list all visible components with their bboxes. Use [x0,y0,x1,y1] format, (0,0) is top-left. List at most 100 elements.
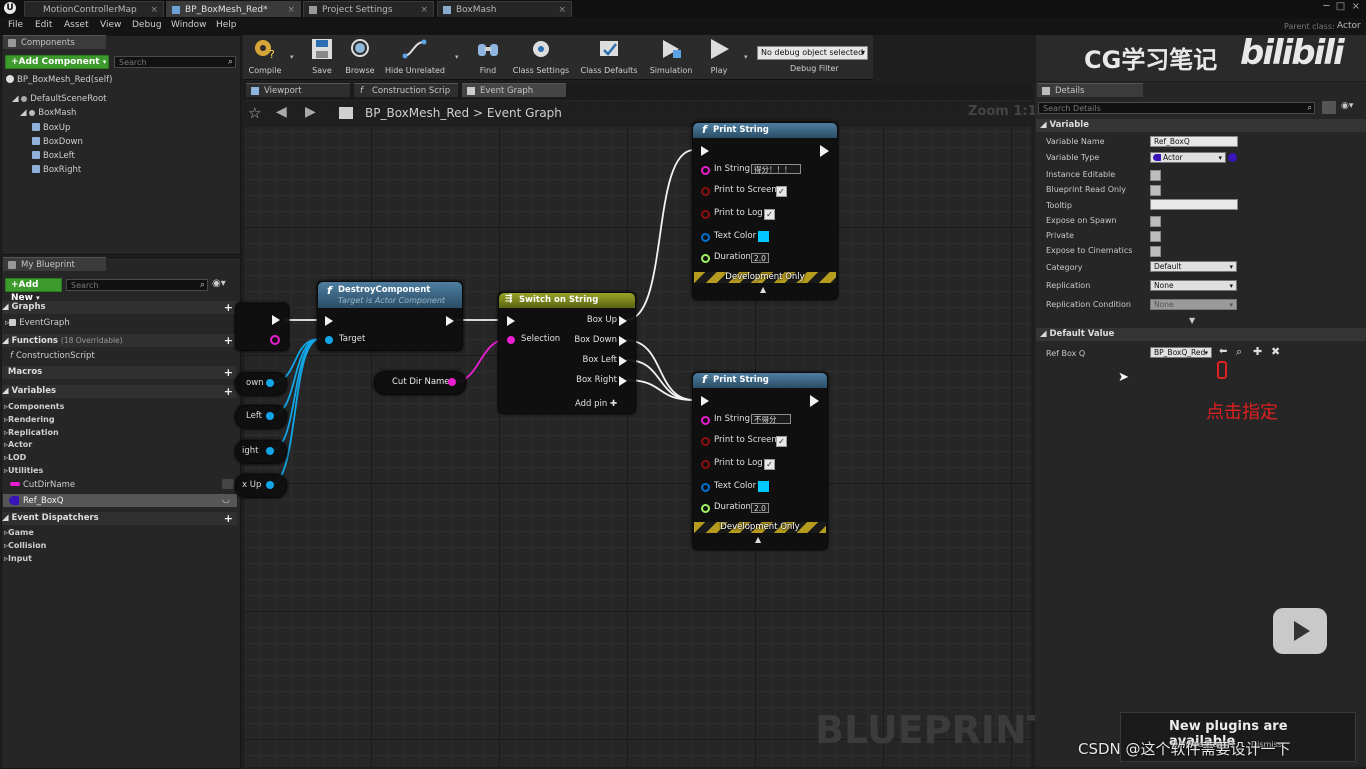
exec-in-pin[interactable] [701,146,709,156]
print-to-screen-pin[interactable] [701,187,710,196]
menu-view[interactable]: View [100,20,121,30]
cutdirname-getter-node[interactable]: Cut Dir Name [374,371,466,395]
exec-out-pin[interactable] [810,395,819,407]
parent-class-value[interactable]: Actor [1337,21,1361,31]
my-blueprint-search-input[interactable]: Search ⌕ [66,279,208,291]
play-options-chevron-icon[interactable]: ▾ [744,53,748,61]
tab-my-blueprint[interactable]: My Blueprint [3,257,106,271]
selection-pin[interactable] [507,336,515,344]
exec-in-pin[interactable] [325,316,333,326]
close-window-icon[interactable]: × [1352,1,1360,12]
view-options-eye-icon[interactable]: ◉▾ [1341,101,1353,111]
breadcrumb-blueprint[interactable]: BP_BoxMesh_Red [365,106,469,120]
duration-input[interactable]: 2.0 [751,253,769,263]
menu-help[interactable]: Help [216,20,237,30]
close-icon[interactable]: × [558,2,566,18]
compile-options-chevron-icon[interactable]: ▾ [290,53,294,61]
text-color-swatch[interactable] [758,231,769,242]
output-boxup-pin[interactable] [619,316,627,326]
clear-icon[interactable]: ✖ [1271,345,1280,358]
variable-name-input[interactable]: Ref_BoxQ [1150,136,1238,147]
property-matrix-icon[interactable] [1322,101,1336,114]
visibility-eye-icon[interactable]: ◡ [222,495,230,505]
tab-viewport[interactable]: Viewport [246,83,350,97]
partial-node-boxup[interactable]: x Up [235,474,287,498]
target-pin[interactable] [325,336,333,344]
variable-cutdirname[interactable]: CutDirName [10,479,237,490]
play-button[interactable]: Play [702,36,736,78]
add-component-button[interactable]: +Add Component ▾ [5,55,109,69]
add-graph-icon[interactable]: + [224,301,233,314]
video-play-icon[interactable] [1273,608,1327,654]
print-to-screen-checkbox[interactable]: ✓ [776,436,787,447]
add-function-icon[interactable]: + [224,334,233,347]
print-to-screen-pin[interactable] [701,437,710,446]
search-icon[interactable]: ⌕ [1308,102,1312,114]
tab-event-graph[interactable]: Event Graph [462,83,566,97]
simulation-button[interactable]: Simulation [648,36,694,78]
partial-node-boxleft[interactable]: Left [235,405,287,429]
add-macro-icon[interactable]: + [224,366,233,379]
advanced-expand-icon[interactable]: ▼ [1189,316,1195,325]
object-out-pin[interactable] [266,412,274,420]
var-category-lod[interactable]: ▹LOD [4,453,26,462]
close-icon[interactable]: × [150,2,158,18]
breadcrumb-graph[interactable]: Event Graph [487,106,562,120]
tree-item-boxdown[interactable]: BoxDown [32,137,83,147]
exec-out-pin[interactable] [272,315,280,325]
instance-editable-checkbox[interactable] [1150,170,1161,181]
tree-item-self[interactable]: BP_BoxMesh_Red(self) [6,75,112,85]
favorite-star-icon[interactable]: ☆ [248,104,261,122]
hide-unrelated-chevron-icon[interactable]: ▾ [455,53,459,61]
variable-type-select[interactable]: Actor ▾ [1150,152,1226,163]
var-category-utilities[interactable]: ▹Utilities [4,466,43,475]
section-functions[interactable]: ◢ Functions (18 Overridable) + [2,334,237,347]
output-boxleft-pin[interactable] [619,356,627,366]
exec-in-pin[interactable] [507,316,515,326]
duration-input[interactable]: 2.0 [751,503,769,513]
duration-pin[interactable] [701,504,710,513]
in-string-input[interactable]: 得分！！！ [751,164,801,174]
print-to-log-pin[interactable] [701,460,710,469]
tree-item-defaultsceneroot[interactable]: ◢ DefaultSceneRoot [12,94,106,104]
section-macros[interactable]: Macros + [2,366,237,379]
duration-pin[interactable] [701,254,710,263]
class-settings-button[interactable]: Class Settings [510,36,572,78]
variable-ref-boxq[interactable]: Ref_BoxQ ◡ [3,494,237,507]
output-boxright-pin[interactable] [619,376,627,386]
back-arrow-icon[interactable]: ◀ [276,104,287,120]
doc-tab-project-settings[interactable]: Project Settings × [303,1,434,17]
close-icon[interactable]: × [420,2,428,18]
blueprint-read-only-checkbox[interactable] [1150,185,1161,196]
search-icon[interactable]: ⌕ [200,279,205,291]
forward-arrow-icon[interactable]: ▶ [305,104,316,120]
search-icon[interactable]: ⌕ [228,56,233,68]
close-icon[interactable]: × [287,2,295,18]
hide-unrelated-button[interactable]: Hide Unrelated [384,36,446,78]
container-type-icon[interactable] [1228,153,1237,162]
details-search-input[interactable]: Search Details ⌕ [1038,102,1315,114]
find-button[interactable]: Find [472,36,504,78]
section-default-value[interactable]: ◢ Default Value [1036,328,1366,341]
print-string-node-1[interactable]: f Print String In String 得分！！！ Print to … [692,122,838,300]
in-string-pin[interactable] [701,166,710,175]
add-variable-icon[interactable]: + [224,385,233,398]
browse-asset-icon[interactable]: ⌕ [1236,345,1242,359]
add-pin-button[interactable]: Add pin ✚ [575,399,617,409]
dispatcher-category-input[interactable]: ▹Input [4,554,32,563]
add-dispatcher-icon[interactable]: + [224,512,233,525]
var-category-rendering[interactable]: ▹Rendering [4,415,55,424]
dispatcher-category-game[interactable]: ▹Game [4,528,34,537]
expose-on-spawn-checkbox[interactable] [1150,216,1161,227]
menu-file[interactable]: File [8,20,23,30]
section-variable[interactable]: ◢ Variable [1036,119,1366,132]
collapse-arrow-icon[interactable]: ▲ [760,285,766,294]
string-out-pin[interactable] [448,378,456,386]
debug-object-select[interactable]: No debug object selected ▾ [757,46,868,60]
var-category-actor[interactable]: ▹Actor [4,440,32,449]
private-checkbox[interactable] [1150,231,1161,242]
menu-debug[interactable]: Debug [132,20,162,30]
menu-window[interactable]: Window [171,20,207,30]
menu-edit[interactable]: Edit [35,20,52,30]
print-to-log-pin[interactable] [701,210,710,219]
